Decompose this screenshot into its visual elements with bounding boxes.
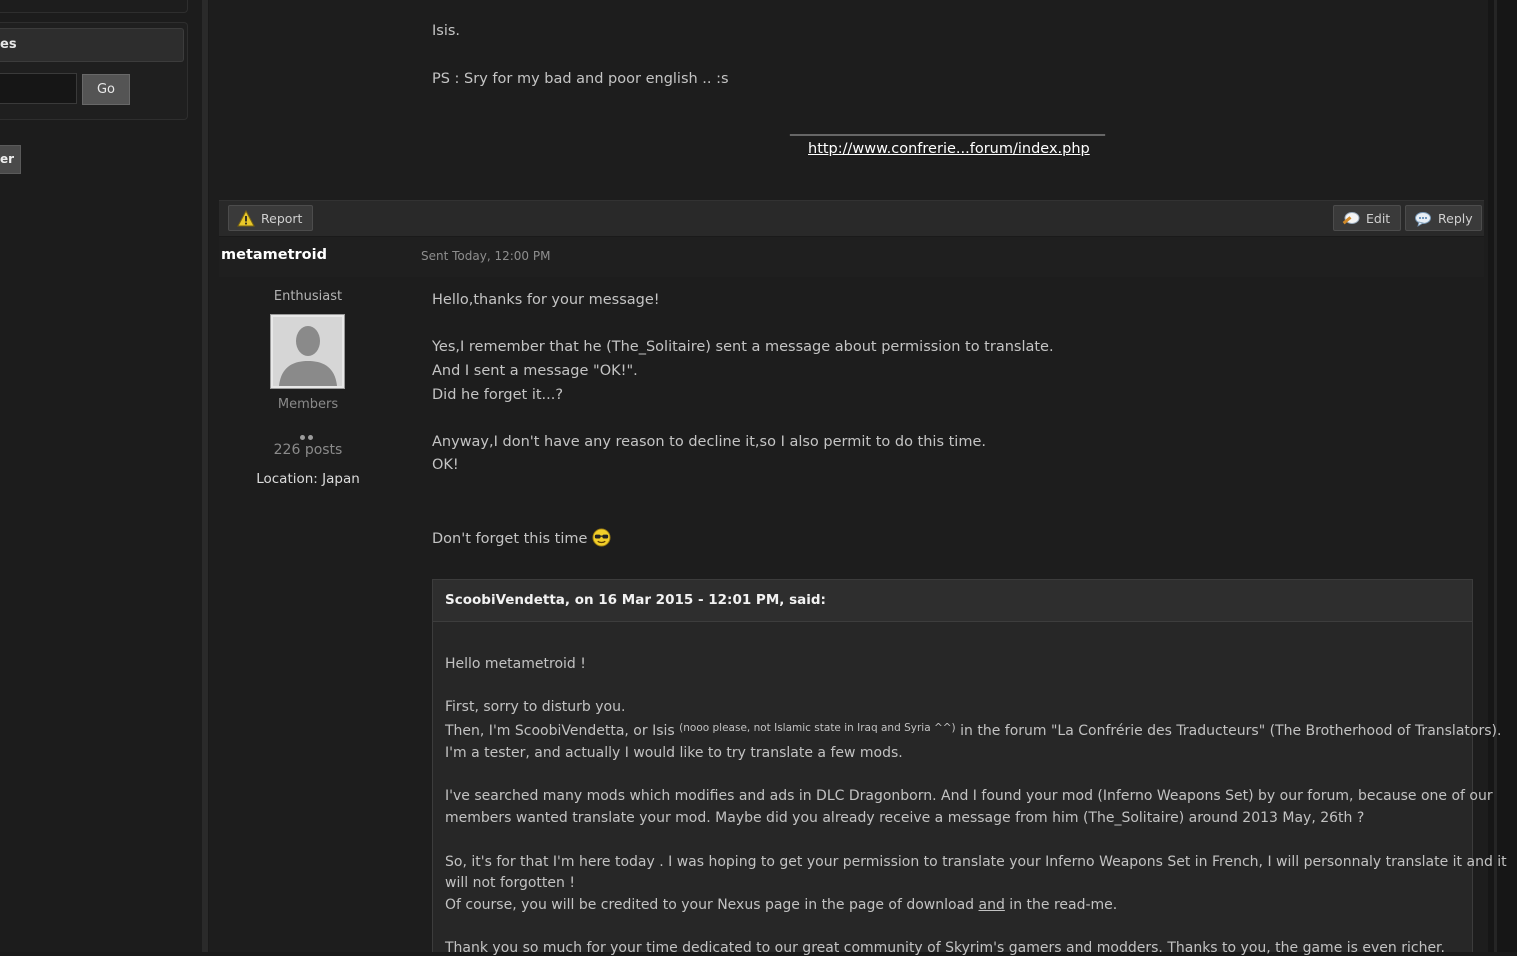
quote-text: in the read-me. [1004, 897, 1118, 913]
post-action-bar: Report Edit Reply [219, 200, 1484, 237]
quote-text: in the forum "La Confrérie des Traducteu… [955, 723, 1502, 739]
post-timestamp: Sent Today, 12:00 PM [421, 249, 551, 263]
sidebar-box-top [0, 0, 188, 13]
quote-line: will not forgotten ! [445, 875, 575, 891]
quote-underlined-text: and [978, 897, 1005, 913]
cool-smiley-icon [592, 528, 611, 547]
quote-line: Thank you so much for your time dedicate… [445, 940, 1445, 956]
quote-line: First, sorry to disturb you. [445, 699, 626, 715]
go-button[interactable]: Go [82, 74, 130, 105]
post-text-line-with-smiley: Don't forget this time [432, 528, 611, 547]
quote-line: Then, I'm ScoobiVendetta, or Isis (nooo … [445, 722, 1501, 739]
post-text-line: Anyway,I don't have any reason to declin… [432, 434, 986, 450]
report-button[interactable]: Report [228, 205, 313, 231]
post-text-line: And I sent a message "OK!". [432, 363, 638, 379]
user-group: Members [277, 397, 339, 412]
reply-label: Reply [1438, 211, 1473, 226]
quote-text: Then, I'm ScoobiVendetta, or Isis [445, 723, 680, 739]
edit-icon [1342, 212, 1360, 225]
quote-block: ScoobiVendetta, on 16 Mar 2015 - 12:01 P… [432, 579, 1507, 956]
scrollbar[interactable] [1488, 0, 1517, 952]
quote-citation: ScoobiVendetta, on 16 Mar 2015 - 12:01 P… [445, 592, 826, 608]
post-text-line: Isis. [432, 23, 461, 39]
search-input[interactable] [0, 73, 77, 104]
sidebar-button[interactable]: er [0, 145, 21, 174]
quote-header: ScoobiVendetta, on 16 Mar 2015 - 12:01 P… [433, 580, 1472, 622]
column-divider [202, 0, 208, 952]
edit-label: Edit [1366, 211, 1391, 226]
user-title: Enthusiast [273, 289, 343, 304]
signature-divider: ________________________________________… [790, 120, 1105, 136]
post-header [219, 237, 1484, 277]
user-location: Location: Japan [256, 471, 360, 487]
edit-button[interactable]: Edit [1333, 205, 1401, 231]
post-text-line: Did he forget it...? [432, 387, 564, 403]
quote-line: So, it's for that I'm here today . I was… [445, 854, 1507, 870]
post-author[interactable]: metametroid [221, 247, 327, 263]
reputation-pips [300, 425, 316, 440]
signature-link[interactable]: http://www.confrerie...forum/index.php [808, 141, 1090, 157]
quote-line: Hello metametroid ! [445, 656, 586, 672]
quote-line: members wanted translate your mod. Maybe… [445, 810, 1365, 826]
reply-button[interactable]: Reply [1405, 205, 1482, 231]
quote-superscript: (nooo please, not Islamic state in Iraq … [679, 722, 956, 734]
quote-line: Of course, you will be credited to your … [445, 897, 1117, 913]
warning-icon [237, 210, 255, 227]
default-user-icon [273, 317, 342, 386]
post-text: Don't forget this time [432, 531, 588, 547]
avatar[interactable] [270, 314, 345, 389]
post-text-line: Yes,I remember that he (The_Solitaire) s… [432, 339, 1054, 355]
speech-bubble-icon [1415, 212, 1431, 227]
sidebar-box-header: es [0, 28, 184, 62]
quote-line: I'm a tester, and actually I would like … [445, 745, 903, 761]
left-sidebar: es Go er [0, 0, 202, 952]
post-text-line: PS : Sry for my bad and poor english .. … [432, 71, 729, 87]
report-label: Report [261, 211, 303, 226]
post-text-line: Hello,thanks for your message! [432, 292, 660, 308]
sidebar-header-label: es [0, 37, 17, 52]
quote-line: I've searched many mods which modifies a… [445, 788, 1493, 804]
post-count: 226 posts [273, 442, 343, 458]
post-text-line: OK! [432, 457, 459, 473]
quote-text: Of course, you will be credited to your … [445, 897, 979, 913]
